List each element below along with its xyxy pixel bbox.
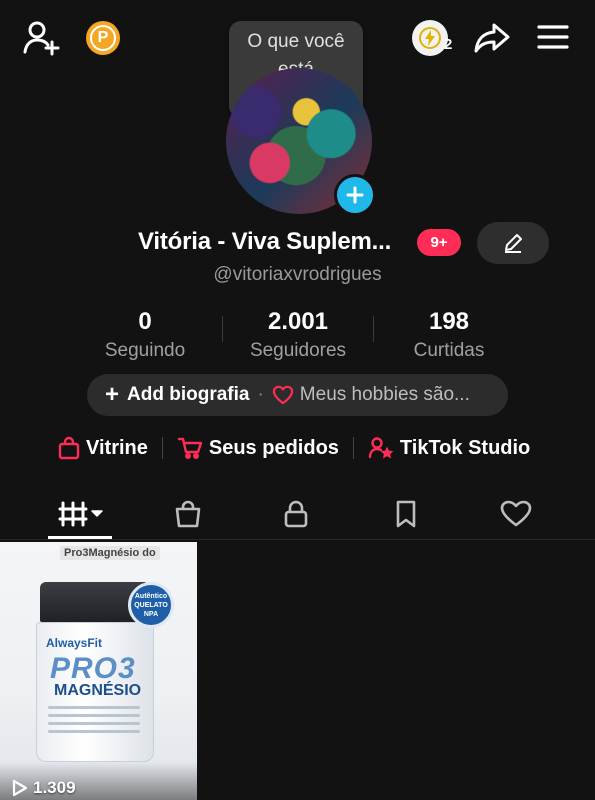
username: @vitoriaxvrodrigues xyxy=(213,264,382,285)
notification-badge[interactable]: 9+ xyxy=(417,229,461,256)
seal-middle: QUELATO xyxy=(134,601,168,609)
stat-likes[interactable]: 198 Curtidas xyxy=(374,308,524,362)
cart-icon xyxy=(177,437,203,460)
link-divider xyxy=(352,437,354,459)
menu-icon[interactable] xyxy=(536,22,570,52)
shopping-bag-icon xyxy=(58,436,80,460)
add-bio-button[interactable]: + Add biografia · Meus hobbies são... xyxy=(87,374,508,416)
lightning-count: 2 xyxy=(444,36,453,53)
likes-label: Curtidas xyxy=(413,340,485,361)
hobbies-prompt: Meus hobbies são... xyxy=(299,384,470,405)
following-label: Seguindo xyxy=(104,340,186,361)
tiktok-studio-link[interactable]: TikTok Studio xyxy=(368,436,530,460)
plus-icon: + xyxy=(105,381,120,408)
seal-top: Autêntico xyxy=(134,592,168,600)
lock-icon xyxy=(284,500,308,528)
share-icon[interactable] xyxy=(472,20,512,56)
followers-count: 2.001 xyxy=(267,308,329,335)
tab-saved[interactable] xyxy=(381,496,431,532)
play-icon xyxy=(12,779,28,797)
video-views: 1.309 xyxy=(10,778,76,798)
views-count: 1.309 xyxy=(33,778,76,797)
likes-count: 198 xyxy=(428,308,470,335)
product-brand: AlwaysFit xyxy=(46,636,103,650)
points-icon[interactable]: P xyxy=(86,21,120,55)
product-seal: Autêntico QUELATO NPA xyxy=(128,582,174,628)
tiktok-studio-label: TikTok Studio xyxy=(399,436,531,459)
product-name: PRO3 xyxy=(50,652,136,685)
display-name: Vitória - Viva Suplem... xyxy=(138,228,392,255)
grid-icon xyxy=(58,501,103,527)
product-label-lines xyxy=(48,706,140,738)
profile-links: Vitrine Seus pedidos TikTok Studio xyxy=(58,436,530,460)
bookmark-icon xyxy=(396,500,416,528)
creator-star-icon xyxy=(368,437,394,459)
stat-following[interactable]: 0 Seguindo xyxy=(70,308,220,362)
seal-bottom: NPA xyxy=(143,610,159,618)
video-thumbnail[interactable]: Pro3Magnésio do AlwaysFit PRO3 MAGNÉSIO … xyxy=(0,542,197,800)
product-subtitle: MAGNÉSIO xyxy=(54,682,142,699)
add-bio-label: Add biografia xyxy=(127,384,250,405)
bag-icon xyxy=(175,500,201,528)
link-divider xyxy=(161,437,163,459)
heart-outline-icon xyxy=(272,385,293,405)
add-story-icon[interactable] xyxy=(334,174,376,216)
tab-liked[interactable] xyxy=(491,496,541,532)
orders-link[interactable]: Seus pedidos xyxy=(177,436,339,460)
tab-bar-divider xyxy=(0,539,595,540)
tab-videos[interactable] xyxy=(55,496,105,532)
pencil-icon xyxy=(505,234,522,253)
lightning-icon[interactable] xyxy=(412,20,448,56)
edit-profile-button[interactable] xyxy=(477,222,549,264)
showcase-link[interactable]: Vitrine xyxy=(58,436,148,460)
orders-label: Seus pedidos xyxy=(208,436,339,459)
followers-label: Seguidores xyxy=(249,340,347,361)
bio-separator: · xyxy=(257,384,264,405)
add-friend-icon[interactable] xyxy=(22,18,62,58)
following-count: 0 xyxy=(138,308,152,335)
tab-shop[interactable] xyxy=(163,496,213,532)
tab-private[interactable] xyxy=(271,496,321,532)
video-overlay-title: Pro3Magnésio do xyxy=(60,546,160,560)
heart-icon xyxy=(500,500,532,527)
stat-followers[interactable]: 2.001 Seguidores xyxy=(223,308,373,362)
showcase-label: Vitrine xyxy=(86,436,148,459)
